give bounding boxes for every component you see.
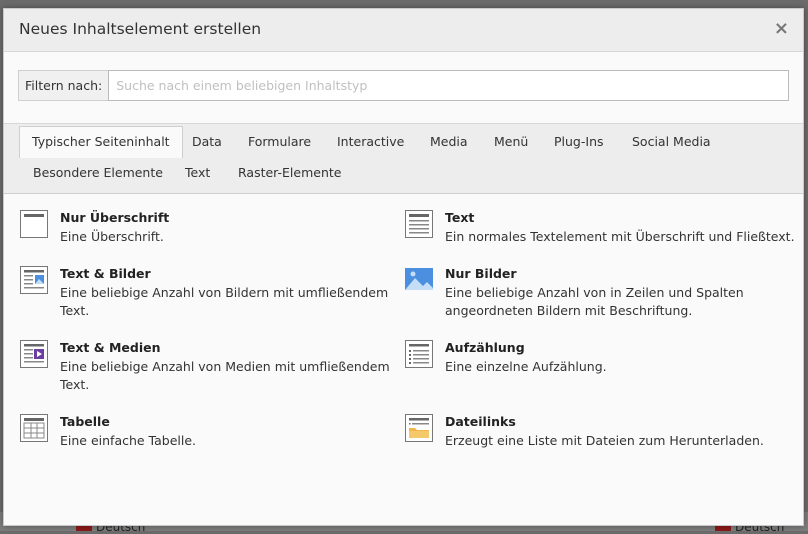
filter-row: Filtern nach: xyxy=(18,70,789,101)
tab-besondere-elemente[interactable]: Besondere Elemente xyxy=(33,165,163,180)
tab-social-media[interactable]: Social Media xyxy=(632,134,711,149)
element-description: Eine Überschrift. xyxy=(60,229,164,244)
filter-label: Filtern nach: xyxy=(18,70,109,101)
element-text-medien[interactable]: Text & Medien Eine beliebige Anzahl von … xyxy=(20,340,390,396)
element-tabelle[interactable]: Tabelle Eine einfache Tabelle. xyxy=(20,414,380,458)
element-description: Eine beliebige Anzahl von Bildern mit um… xyxy=(60,285,389,318)
text-images-icon xyxy=(20,266,48,294)
element-nur-bilder[interactable]: Nur Bilder Eine beliebige Anzahl von in … xyxy=(405,266,795,322)
element-title: Text xyxy=(445,210,475,225)
filter-search-input[interactable] xyxy=(108,70,789,101)
element-description: Ein normales Textelement mit Überschrift… xyxy=(445,229,795,244)
element-title: Dateilinks xyxy=(445,414,516,429)
element-title: Aufzählung xyxy=(445,340,525,355)
text-icon xyxy=(405,210,433,238)
tab-raster-elemente[interactable]: Raster-Elemente xyxy=(238,165,341,180)
dialog-header: Neues Inhaltselement erstellen × xyxy=(4,9,803,52)
tab-typischer-seiteninhalt[interactable]: Typischer Seiteninhalt xyxy=(19,126,183,158)
element-description: Eine beliebige Anzahl von Medien mit umf… xyxy=(60,359,390,392)
element-aufzaehlung[interactable]: Aufzählung Eine einzelne Aufzählung. xyxy=(405,340,795,384)
new-content-element-dialog: Neues Inhaltselement erstellen × Filtern… xyxy=(3,8,804,526)
element-title: Tabelle xyxy=(60,414,110,429)
element-dateilinks[interactable]: Dateilinks Erzeugt eine Liste mit Dateie… xyxy=(405,414,795,458)
tab-data[interactable]: Data xyxy=(192,134,222,149)
element-title: Nur Bilder xyxy=(445,266,517,281)
close-button[interactable]: × xyxy=(774,18,789,39)
tab-menue[interactable]: Menü xyxy=(494,134,528,149)
element-title: Text & Bilder xyxy=(60,266,151,281)
tab-interactive[interactable]: Interactive xyxy=(337,134,404,149)
bullets-icon xyxy=(405,340,433,368)
element-title: Nur Überschrift xyxy=(60,210,170,225)
category-tabs: Typischer Seiteninhalt Data Formulare In… xyxy=(4,123,803,194)
filelinks-icon xyxy=(405,414,433,442)
text-media-icon xyxy=(20,340,48,368)
table-icon xyxy=(20,414,48,442)
tab-media[interactable]: Media xyxy=(430,134,468,149)
element-title: Text & Medien xyxy=(60,340,161,355)
images-icon xyxy=(405,268,433,290)
element-description: Eine einzelne Aufzählung. xyxy=(445,359,607,374)
element-nur-ueberschrift[interactable]: Nur Überschrift Eine Überschrift. xyxy=(20,210,380,254)
tab-formulare[interactable]: Formulare xyxy=(248,134,311,149)
header-icon xyxy=(20,210,48,238)
dialog-title: Neues Inhaltselement erstellen xyxy=(19,20,262,38)
element-description: Erzeugt eine Liste mit Dateien zum Herun… xyxy=(445,433,764,448)
element-description: Eine einfache Tabelle. xyxy=(60,433,197,448)
element-description: Eine beliebige Anzahl von in Zeilen und … xyxy=(445,285,744,318)
tab-plug-ins[interactable]: Plug-Ins xyxy=(554,134,604,149)
tab-text[interactable]: Text xyxy=(185,165,210,180)
element-text-bilder[interactable]: Text & Bilder Eine beliebige Anzahl von … xyxy=(20,266,390,322)
element-text[interactable]: Text Ein normales Textelement mit Übersc… xyxy=(405,210,795,254)
